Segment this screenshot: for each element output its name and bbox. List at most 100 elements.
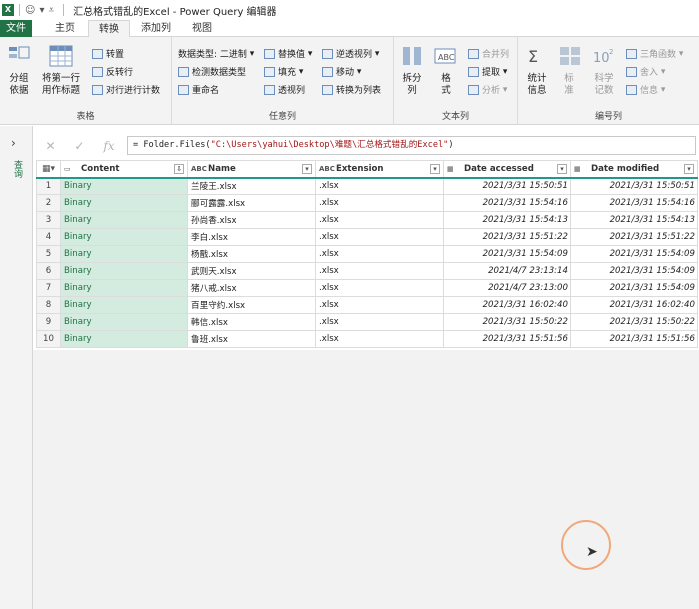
- fx-icon[interactable]: fx: [103, 139, 114, 153]
- cell-name[interactable]: 杨戬.xlsx: [187, 245, 316, 263]
- table-row[interactable]: 4 Binary 李白.xlsx .xlsx 2021/3/31 15:51:22 202…: [36, 228, 698, 246]
- tab-view[interactable]: 视图: [186, 20, 218, 37]
- cell-date-accessed[interactable]: 2021/3/31 15:50:51: [443, 177, 571, 195]
- statistics-button[interactable]: Σ 统计 信息: [524, 45, 550, 97]
- filter-dropdown-icon[interactable]: ▾: [302, 163, 312, 174]
- cell-extension[interactable]: .xlsx: [315, 330, 444, 348]
- row-number[interactable]: 6: [36, 262, 61, 280]
- filter-dropdown-icon[interactable]: ▾: [684, 163, 694, 174]
- text-type-icon[interactable]: ABC: [319, 165, 335, 173]
- row-number[interactable]: 9: [36, 313, 61, 331]
- group-by-button[interactable]: 分组 依据: [6, 45, 32, 97]
- cell-extension[interactable]: .xlsx: [315, 194, 444, 212]
- data-type-dropdown[interactable]: 数据类型: 二进制 ▾: [178, 47, 254, 61]
- cell-date-modified[interactable]: 2021/3/31 15:54:09: [570, 245, 698, 263]
- smiley-feedback-icon[interactable]: ☺: [25, 5, 35, 16]
- trig-button[interactable]: 三角函数 ▾: [626, 47, 683, 60]
- cell-date-accessed[interactable]: 2021/3/31 15:54:16: [443, 194, 571, 212]
- cell-date-accessed[interactable]: 2021/4/7 23:13:00: [443, 279, 571, 297]
- cell-name[interactable]: 李白.xlsx: [187, 228, 316, 246]
- first-row-header-button[interactable]: 将第一行 用作标题: [38, 45, 84, 97]
- expand-pane-icon[interactable]: ›: [11, 136, 16, 150]
- cell-date-modified[interactable]: 2021/3/31 15:51:22: [570, 228, 698, 246]
- tab-transform[interactable]: 转换: [88, 20, 130, 38]
- row-number[interactable]: 1: [36, 177, 61, 195]
- cell-date-accessed[interactable]: 2021/4/7 23:13:14: [443, 262, 571, 280]
- cell-content[interactable]: Binary: [60, 313, 188, 331]
- unpivot-button[interactable]: 逆透视列 ▾: [322, 47, 379, 60]
- split-column-button[interactable]: 拆分 列: [400, 45, 424, 97]
- cell-content[interactable]: Binary: [60, 211, 188, 229]
- table-row[interactable]: 1 Binary 兰陵王.xlsx .xlsx 2021/3/31 15:50:51 20…: [36, 177, 698, 195]
- replace-values-button[interactable]: 替换值 ▾: [264, 47, 312, 60]
- filter-dropdown-icon[interactable]: ▾: [430, 163, 440, 174]
- cell-name[interactable]: 猪八戒.xlsx: [187, 279, 316, 297]
- column-header-extension[interactable]: ABC Extension ▾: [315, 160, 444, 179]
- table-menu-header[interactable]: ▦▾: [36, 160, 61, 179]
- cell-date-modified[interactable]: 2021/3/31 15:50:22: [570, 313, 698, 331]
- text-type-icon[interactable]: ABC: [191, 165, 207, 173]
- row-number[interactable]: 8: [36, 296, 61, 314]
- cell-content[interactable]: Binary: [60, 279, 188, 297]
- row-number[interactable]: 5: [36, 245, 61, 263]
- cell-content[interactable]: Binary: [60, 262, 188, 280]
- cell-content[interactable]: Binary: [60, 296, 188, 314]
- cell-date-modified[interactable]: 2021/3/31 15:54:09: [570, 262, 698, 280]
- tab-file[interactable]: 文件: [0, 20, 32, 37]
- cell-date-accessed[interactable]: 2021/3/31 15:50:22: [443, 313, 571, 331]
- table-row[interactable]: 8 Binary 百里守约.xlsx .xlsx 2021/3/31 16:02:40 2…: [36, 296, 698, 314]
- cell-name[interactable]: 韩信.xlsx: [187, 313, 316, 331]
- cell-content[interactable]: Binary: [60, 194, 188, 212]
- cell-date-modified[interactable]: 2021/3/31 15:54:13: [570, 211, 698, 229]
- cell-content[interactable]: Binary: [60, 228, 188, 246]
- table-row[interactable]: 2 Binary 郦可露露.xlsx .xlsx 2021/3/31 15:54:16 2…: [36, 194, 698, 212]
- cell-extension[interactable]: .xlsx: [315, 228, 444, 246]
- row-number[interactable]: 7: [36, 279, 61, 297]
- chevron-down-icon[interactable]: ▾: [39, 5, 44, 16]
- cell-date-accessed[interactable]: 2021/3/31 15:54:13: [443, 211, 571, 229]
- cell-extension[interactable]: .xlsx: [315, 211, 444, 229]
- cell-content[interactable]: Binary: [60, 245, 188, 263]
- cell-name[interactable]: 百里守约.xlsx: [187, 296, 316, 314]
- to-list-button[interactable]: 转换为列表: [322, 83, 381, 96]
- cell-content[interactable]: Binary: [60, 177, 188, 195]
- table-row[interactable]: 6 Binary 武则天.xlsx .xlsx 2021/4/7 23:13:14 202…: [36, 262, 698, 280]
- table-row[interactable]: 9 Binary 韩信.xlsx .xlsx 2021/3/31 15:50:22 202…: [36, 313, 698, 331]
- scientific-button[interactable]: 10 2 科学 记数: [590, 45, 618, 97]
- cell-extension[interactable]: .xlsx: [315, 296, 444, 314]
- cell-name[interactable]: 郦可露露.xlsx: [187, 194, 316, 212]
- cell-date-modified[interactable]: 2021/3/31 16:02:40: [570, 296, 698, 314]
- datetime-type-icon[interactable]: ▦: [447, 165, 460, 173]
- cell-name[interactable]: 孙尚香.xlsx: [187, 211, 316, 229]
- cell-extension[interactable]: .xlsx: [315, 245, 444, 263]
- count-rows-button[interactable]: 对行进行计数: [92, 83, 160, 96]
- cell-date-accessed[interactable]: 2021/3/31 16:02:40: [443, 296, 571, 314]
- rename-button[interactable]: 重命名: [178, 83, 219, 96]
- reverse-rows-button[interactable]: 反转行: [92, 65, 133, 78]
- row-number[interactable]: 10: [36, 330, 61, 348]
- cell-date-accessed[interactable]: 2021/3/31 15:51:56: [443, 330, 571, 348]
- formula-input[interactable]: = Folder.Files("C:\Users\yahui\Desktop\难…: [127, 136, 696, 155]
- cell-name[interactable]: 武则天.xlsx: [187, 262, 316, 280]
- extract-button[interactable]: 提取 ▾: [468, 65, 507, 78]
- cell-name[interactable]: 兰陵王.xlsx: [187, 177, 316, 195]
- cell-date-accessed[interactable]: 2021/3/31 15:54:09: [443, 245, 571, 263]
- column-header-date-accessed[interactable]: ▦ Date accessed ▾: [443, 160, 571, 179]
- cell-extension[interactable]: .xlsx: [315, 313, 444, 331]
- cell-content[interactable]: Binary: [60, 330, 188, 348]
- quick-access-customize-icon[interactable]: ⩡: [48, 5, 54, 16]
- merge-columns-button[interactable]: 合并列: [468, 47, 509, 60]
- row-number[interactable]: 3: [36, 211, 61, 229]
- tab-add-column[interactable]: 添加列: [136, 20, 176, 37]
- cell-date-modified[interactable]: 2021/3/31 15:54:16: [570, 194, 698, 212]
- cell-date-modified[interactable]: 2021/3/31 15:51:56: [570, 330, 698, 348]
- fill-button[interactable]: 填充 ▾: [264, 65, 303, 78]
- cell-date-modified[interactable]: 2021/3/31 15:50:51: [570, 177, 698, 195]
- info-button[interactable]: 信息 ▾: [626, 83, 665, 96]
- pivot-button[interactable]: 透视列: [264, 83, 305, 96]
- filter-dropdown-icon[interactable]: ▾: [557, 163, 567, 174]
- transpose-button[interactable]: 转置: [92, 47, 124, 60]
- column-header-date-modified[interactable]: ▦ Date modified ▾: [570, 160, 698, 179]
- parse-button[interactable]: 分析 ▾: [468, 83, 507, 96]
- datetime-type-icon[interactable]: ▦: [574, 165, 587, 173]
